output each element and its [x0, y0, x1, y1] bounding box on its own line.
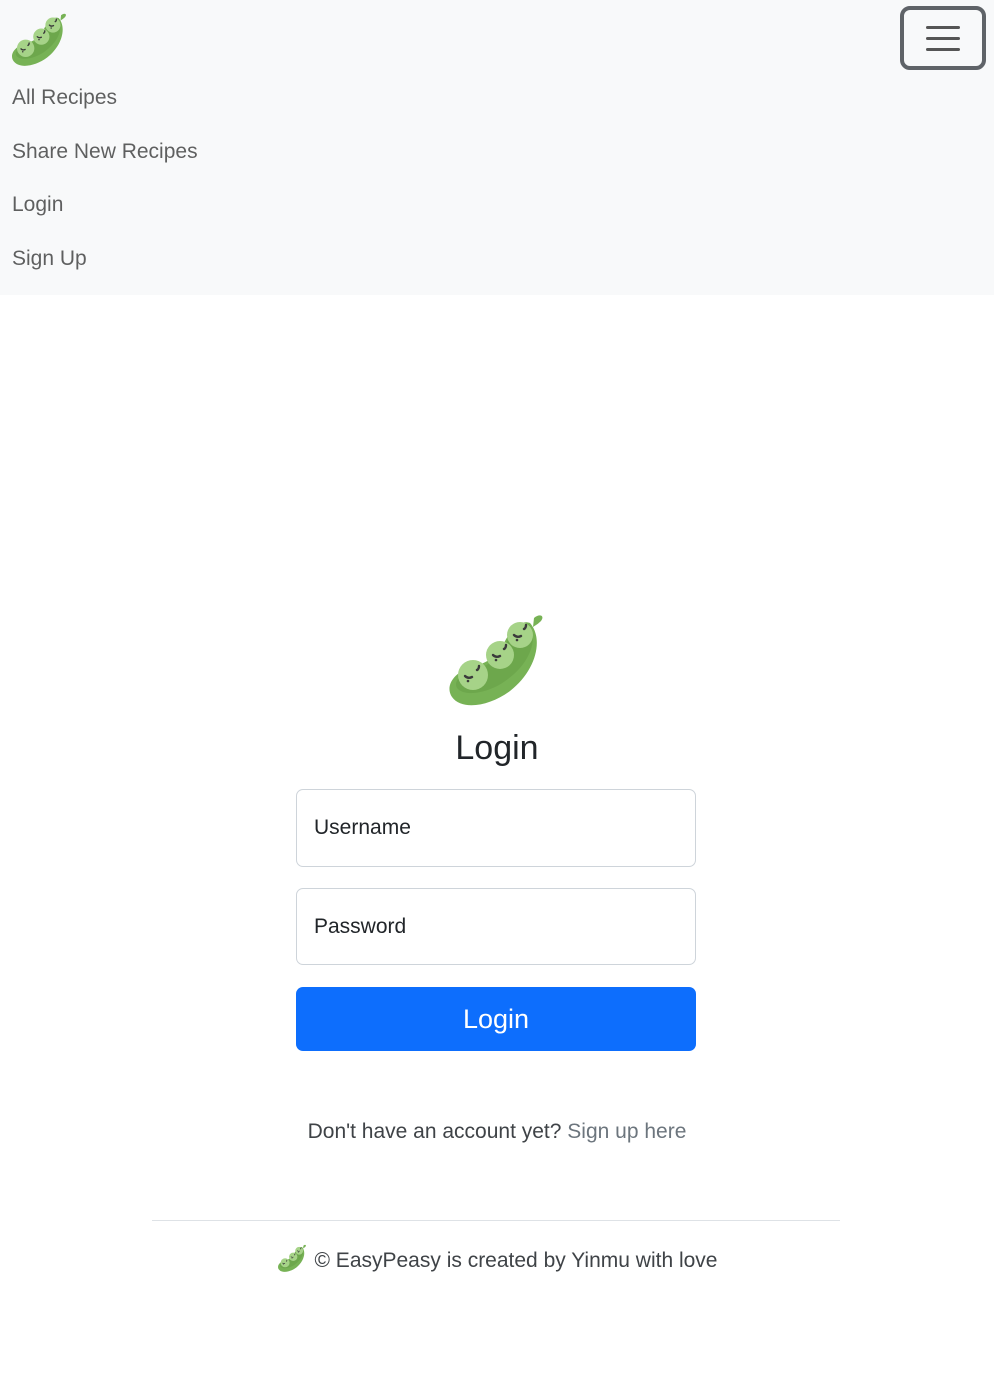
pea-pod-icon — [10, 10, 68, 68]
hamburger-bar — [926, 48, 960, 51]
brand-logo-link[interactable] — [10, 10, 68, 68]
navbar: All Recipes Share New Recipes Login Sign… — [0, 0, 994, 295]
signup-prompt: Don't have an account yet? Sign up here — [0, 1117, 994, 1147]
nav-link-share-new-recipes[interactable]: Share New Recipes — [12, 136, 198, 190]
footer-divider — [152, 1220, 840, 1221]
pea-pod-icon — [277, 1243, 307, 1273]
login-submit-button[interactable]: Login — [296, 987, 696, 1051]
pea-pod-icon — [444, 609, 548, 709]
nav-links: All Recipes Share New Recipes Login Sign… — [12, 82, 198, 296]
nav-link-all-recipes[interactable]: All Recipes — [12, 82, 198, 136]
signup-link[interactable]: Sign up here — [567, 1120, 686, 1143]
footer: © EasyPeasy is created by Yinmu with lov… — [0, 1243, 994, 1277]
signup-prompt-text: Don't have an account yet? — [307, 1120, 562, 1143]
navbar-toggler-button[interactable] — [900, 6, 986, 70]
hamburger-menu-icon — [926, 26, 960, 29]
page-title: Login — [455, 729, 539, 767]
username-input[interactable] — [296, 789, 696, 867]
nav-link-sign-up[interactable]: Sign Up — [12, 243, 198, 297]
password-input[interactable] — [296, 888, 696, 965]
hamburger-bar — [926, 37, 960, 40]
nav-link-login[interactable]: Login — [12, 189, 198, 243]
footer-text: © EasyPeasy is created by Yinmu with lov… — [314, 1249, 718, 1272]
